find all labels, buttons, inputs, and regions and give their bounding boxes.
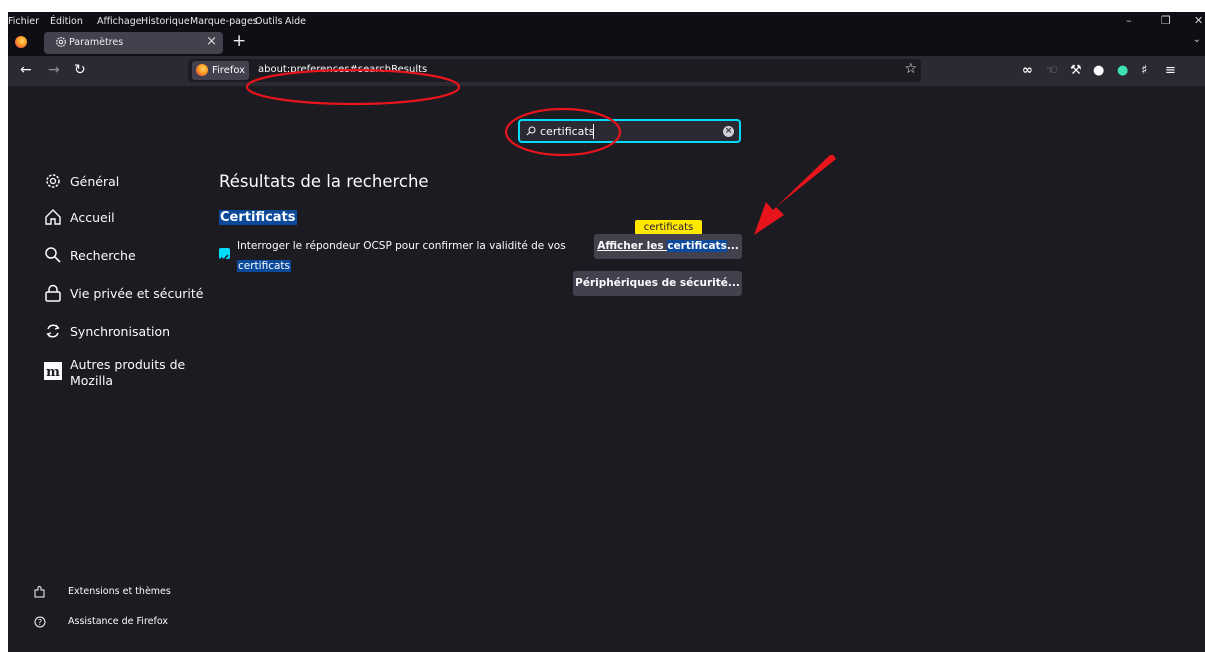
sidebar-item-label-line2: Mozilla xyxy=(70,373,114,388)
ocsp-checkbox[interactable] xyxy=(219,248,230,262)
menu-icon[interactable]: ≡ xyxy=(1165,63,1176,78)
home-icon xyxy=(45,209,61,225)
annotation-search-ellipse xyxy=(504,107,622,157)
minimize-icon[interactable]: – xyxy=(1126,14,1132,27)
annotation-arrow-icon xyxy=(754,155,836,235)
firefox-logo-icon xyxy=(196,64,208,76)
menu-edition[interactable]: Édition xyxy=(50,16,83,27)
results-title: Résultats de la recherche xyxy=(219,172,429,191)
view-certificates-button[interactable]: Afficher les certificats... xyxy=(594,234,742,259)
sidebar-item-label: Vie privée et sécurité xyxy=(70,286,204,301)
lock-icon xyxy=(45,284,61,302)
sync-icon xyxy=(46,324,60,338)
security-devices-button[interactable]: Périphériques de sécurité... xyxy=(573,271,742,296)
checkmark-icon xyxy=(220,254,229,262)
puzzle-icon xyxy=(34,586,45,598)
new-tab-button[interactable]: + xyxy=(232,31,246,51)
ocsp-label-line2: certificats xyxy=(237,260,291,272)
annotation-url-ellipse xyxy=(245,68,461,106)
menu-marque-pages[interactable]: Marque-pages xyxy=(190,16,258,27)
sidebar-item-label: Accueil xyxy=(70,210,115,225)
close-window-icon[interactable]: ✕ xyxy=(1194,14,1203,27)
tab-bar: Paramètres × + ⌄ xyxy=(8,30,1205,56)
tab-title: Paramètres xyxy=(69,37,124,48)
restore-icon[interactable]: ❐ xyxy=(1161,14,1171,27)
search-tooltip: certificats xyxy=(635,220,702,240)
section-heading-certificats: Certificats xyxy=(219,210,297,225)
gear-icon xyxy=(46,174,60,188)
help-icon: ? xyxy=(34,616,46,628)
sidebar-item-label: Autres produits de xyxy=(70,357,186,372)
back-icon[interactable]: ← xyxy=(20,62,32,78)
svg-text:?: ? xyxy=(38,618,42,627)
bookmark-star-icon[interactable]: ☆ xyxy=(904,61,917,77)
sidebar-item-label: Recherche xyxy=(70,248,136,263)
reload-icon[interactable]: ↻ xyxy=(74,62,86,78)
chevron-down-icon[interactable]: ⌄ xyxy=(1193,34,1201,45)
green-extension-icon[interactable]: ● xyxy=(1117,63,1128,78)
puzzle-icon[interactable]: ♯ xyxy=(1141,63,1147,78)
menu-historique[interactable]: Historique xyxy=(141,16,190,27)
menu-aide[interactable]: Aide xyxy=(285,16,306,27)
firefox-window: Fichier Édition Affichage Historique Mar… xyxy=(8,12,1205,652)
clear-search-icon[interactable]: × xyxy=(723,126,734,137)
menu-fichier[interactable]: Fichier xyxy=(8,16,39,27)
footer-label: Assistance de Firefox xyxy=(68,616,168,627)
identity-box[interactable]: Firefox xyxy=(192,61,250,80)
mozilla-icon: m xyxy=(44,362,62,380)
search-icon xyxy=(45,247,61,263)
navigation-bar: ← → ↻ Firefox about:preferences#searchRe… xyxy=(8,56,1205,86)
extension-icon[interactable]: ☜ xyxy=(1046,63,1058,78)
forward-icon[interactable]: → xyxy=(48,62,60,78)
menu-bar: Fichier Édition Affichage Historique Mar… xyxy=(8,12,1205,30)
view-cert-prefix: Afficher les xyxy=(597,240,668,252)
infinity-extension-icon[interactable]: ∞ xyxy=(1022,63,1033,78)
sidebar-item-label: Synchronisation xyxy=(70,324,171,339)
svg-text:m: m xyxy=(46,365,60,380)
view-cert-highlight: certificats xyxy=(667,240,727,252)
sidebar-item-label: Général xyxy=(70,174,120,189)
tab-parametres[interactable]: Paramètres × xyxy=(44,32,223,54)
identity-label: Firefox xyxy=(212,65,246,76)
menu-affichage[interactable]: Affichage xyxy=(97,16,142,27)
g-extension-icon[interactable]: ● xyxy=(1093,63,1104,78)
menu-outils[interactable]: Outils xyxy=(255,16,282,27)
ocsp-label-line1: Interroger le répondeur OCSP pour confir… xyxy=(237,240,566,252)
view-cert-suffix: ... xyxy=(726,240,739,252)
close-tab-icon[interactable]: × xyxy=(206,34,217,49)
footer-label: Extensions et thèmes xyxy=(68,586,171,597)
wrench-icon[interactable]: ⚒ xyxy=(1070,63,1082,78)
firefox-logo-icon[interactable] xyxy=(15,36,27,48)
gear-icon xyxy=(56,37,66,47)
